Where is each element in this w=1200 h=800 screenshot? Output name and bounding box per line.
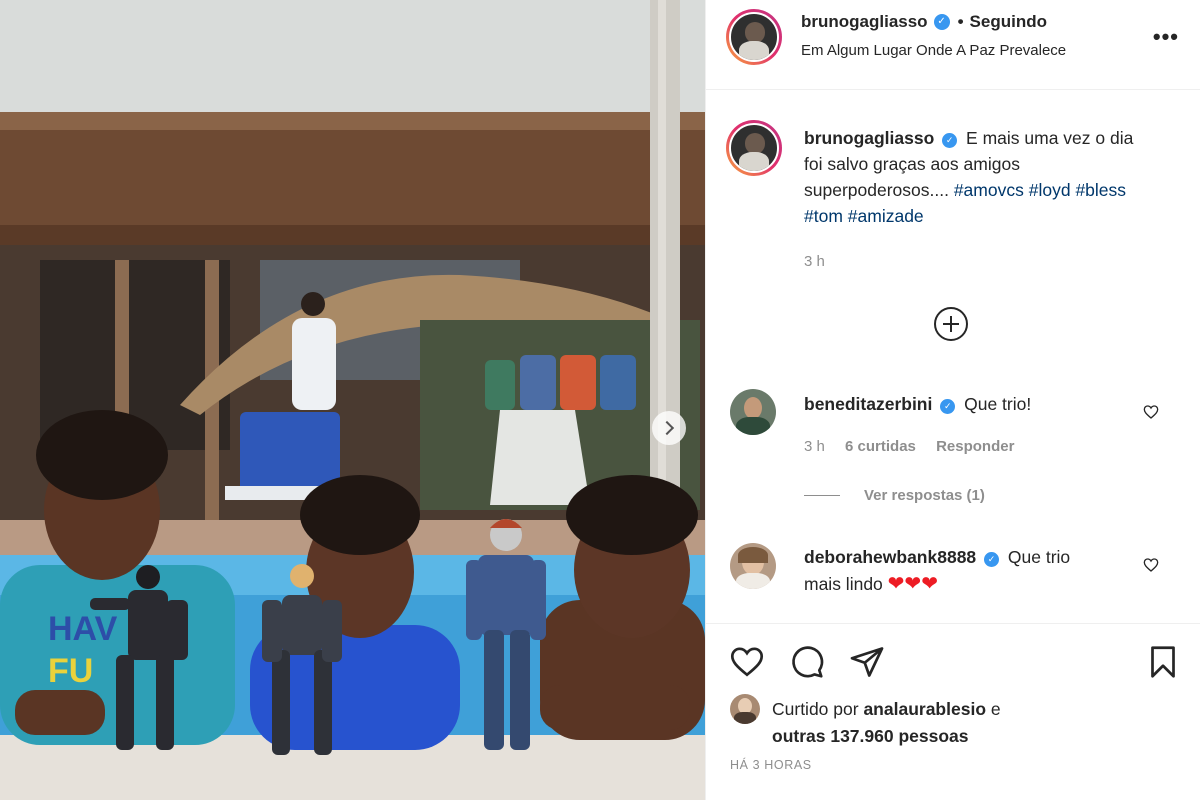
load-more-comments-icon[interactable] bbox=[934, 307, 968, 341]
comment-body: beneditazerbini ✓ Que trio! bbox=[804, 391, 1124, 418]
like-heart-icon[interactable] bbox=[728, 644, 766, 680]
hashtag[interactable]: #loyd bbox=[1029, 180, 1071, 200]
comment-time[interactable]: 3 h bbox=[804, 438, 825, 455]
caption: brunogagliasso ✓ E mais uma vez o dia fo… bbox=[804, 125, 1134, 229]
caption-avatar[interactable] bbox=[726, 120, 782, 176]
liked-and: e bbox=[990, 699, 1001, 719]
post-location[interactable]: Em Algum Lugar Onde A Paz Prevalece bbox=[801, 42, 1066, 59]
share-paper-plane-icon[interactable] bbox=[848, 644, 886, 680]
post-side-panel: brunogagliasso ✓ • Seguindo Em Algum Lug… bbox=[705, 0, 1200, 800]
chevron-right-icon bbox=[659, 420, 675, 436]
commenter-avatar[interactable] bbox=[730, 543, 776, 589]
photo-illustration: HAV FU bbox=[0, 0, 705, 800]
reply-button[interactable]: Responder bbox=[936, 438, 1014, 455]
liked-user[interactable]: analaurablesio bbox=[863, 699, 986, 719]
comment-username[interactable]: deborahewbank8888 bbox=[804, 547, 976, 567]
comment-bubble-icon[interactable] bbox=[788, 644, 826, 680]
red-hearts-emoji: ❤❤❤ bbox=[887, 573, 938, 595]
author-avatar[interactable] bbox=[726, 9, 782, 65]
hashtag[interactable]: #amovcs bbox=[954, 180, 1024, 200]
liked-prefix: Curtido por bbox=[772, 699, 859, 719]
liked-others[interactable]: outras 137.960 pessoas bbox=[772, 726, 969, 746]
hashtag[interactable]: #amizade bbox=[848, 206, 924, 226]
like-comment-heart-icon[interactable] bbox=[1143, 404, 1159, 420]
comments-section: brunogagliasso ✓ E mais uma vez o dia fo… bbox=[706, 91, 1200, 623]
caption-meta: 3 h bbox=[804, 253, 841, 270]
verified-badge-icon: ✓ bbox=[933, 14, 950, 30]
svg-text:FU: FU bbox=[48, 652, 93, 690]
more-options-icon[interactable]: ••• bbox=[1153, 24, 1179, 50]
hashtag[interactable]: #tom bbox=[804, 206, 843, 226]
verified-badge-icon: ✓ bbox=[940, 399, 956, 414]
separator: • bbox=[957, 12, 964, 31]
caption-time[interactable]: 3 h bbox=[804, 253, 825, 270]
post-timestamp[interactable]: HÁ 3 HORAS bbox=[730, 758, 812, 772]
post-actions: Curtido por analaurablesio e outras 137.… bbox=[706, 623, 1200, 800]
like-comment-heart-icon[interactable] bbox=[1143, 557, 1159, 573]
comment-username[interactable]: beneditazerbini bbox=[804, 394, 932, 414]
comment-meta: 3 h 6 curtidas Responder bbox=[804, 438, 1030, 455]
liker-avatar[interactable] bbox=[730, 694, 760, 724]
hashtag[interactable]: #bless bbox=[1075, 180, 1126, 200]
following-button[interactable]: Seguindo bbox=[970, 12, 1047, 32]
header-user-row: brunogagliasso ✓ • Seguindo bbox=[801, 12, 1047, 32]
author-username[interactable]: brunogagliasso bbox=[801, 12, 928, 32]
comment-body: deborahewbank8888 ✓ Que trio mais lindo … bbox=[804, 544, 1094, 598]
liked-by-text: Curtido por analaurablesio e outras 137.… bbox=[772, 696, 1001, 750]
save-bookmark-icon[interactable] bbox=[1144, 644, 1182, 680]
verified-badge-icon: ✓ bbox=[942, 133, 958, 148]
post-photo[interactable]: HAV FU bbox=[0, 0, 705, 800]
commenter-avatar[interactable] bbox=[730, 389, 776, 435]
replies-divider bbox=[804, 495, 840, 496]
comment-text: Que trio! bbox=[964, 394, 1032, 414]
verified-badge-icon: ✓ bbox=[984, 552, 1000, 567]
next-photo-button[interactable] bbox=[652, 411, 686, 445]
caption-username[interactable]: brunogagliasso bbox=[804, 128, 934, 148]
view-replies-button[interactable]: Ver respostas (1) bbox=[804, 487, 985, 504]
post-header: brunogagliasso ✓ • Seguindo Em Algum Lug… bbox=[706, 0, 1200, 90]
svg-text:HAV: HAV bbox=[48, 610, 118, 648]
comment-likes[interactable]: 6 curtidas bbox=[845, 438, 916, 455]
view-replies-label: Ver respostas (1) bbox=[864, 487, 985, 504]
